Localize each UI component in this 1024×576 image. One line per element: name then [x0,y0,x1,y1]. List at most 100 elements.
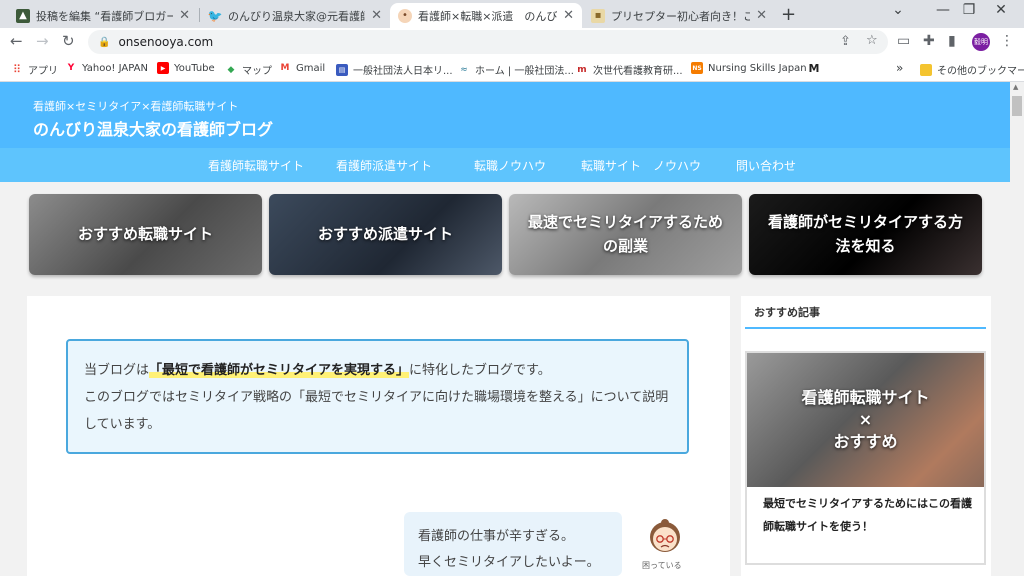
apps-grid-icon: ⠿ [12,63,22,76]
new-tab-icon[interactable]: + [781,4,796,25]
overflow-label: » [896,61,904,75]
nav-item-contact[interactable]: 問い合わせ [736,157,796,174]
site-icon: ▤ [336,63,348,76]
intro-text: 当ブログは [84,363,150,378]
browser-tab-3-active[interactable]: • 看護師×転職×派遣 のんびり温泉 ✕ [390,3,582,28]
reload-icon[interactable]: ↻ [62,32,75,50]
bubble-line: 看護師の仕事が辛すぎる。 [418,529,575,544]
landscape-icon: ▲ [16,8,30,23]
intro-highlight: 「最短で看護師がセミリタイアを実現する」 [149,363,410,378]
recommended-article-image[interactable]: 看護師転職サイト × おすすめ [747,353,984,487]
bookmark-label: Nursing Skills Japan [708,62,807,74]
nav-item-nurse-jobs[interactable]: 看護師転職サイト [208,157,304,174]
bookmark-m[interactable]: M [808,61,825,75]
browser-tab-1[interactable]: ▲ 投稿を編集 “看護師ブロガー大集合 ✕ [8,3,198,28]
profile-label: 毅明 [974,38,988,46]
side-panel-icon[interactable]: ▮ [948,33,956,49]
twitter-icon: 🐦 [207,8,223,23]
nav-item-knowhow[interactable]: 転職ノウハウ [474,157,546,174]
intro-line-2: このブログではセミリタイア戦略の「最短でセミリタイアに向けた職場環境を整える」に… [84,390,669,432]
bookmark-label: 次世代看護教育研... [593,66,683,77]
nav-item-site-knowhow[interactable]: 転職サイト ノウハウ [581,157,701,174]
feature-card-side-job[interactable]: 最速でセミリタイアするための副業 [509,194,742,275]
scrollbar-thumb[interactable] [1012,96,1022,116]
tab-title: プリセプター初心者向き！こうすれば [611,9,751,23]
bookmark-nursing-edu[interactable]: m 次世代看護教育研... [576,62,683,78]
article-image-line: 看護師転職サイト [801,388,930,407]
maps-pin-icon: ◆ [227,64,235,75]
bookmark-star-icon[interactable]: ☆ [866,33,878,48]
bookmark-label: ホーム | 一般社団法... [475,66,574,77]
share-icon[interactable]: ⇪ [840,34,851,49]
bookmark-maps[interactable]: ◆ マップ [225,62,272,78]
bookmark-home-assoc[interactable]: ≈ ホーム | 一般社団法... [458,62,574,78]
bookmark-label: Gmail [296,62,326,74]
profile-avatar[interactable]: 毅明 [972,33,990,51]
close-icon[interactable]: ✕ [179,8,190,23]
bookmark-label: その他のブックマーク [937,66,1024,77]
avatar-icon: • [398,8,412,23]
article-image-line: × [858,410,873,429]
lock-icon: 🔒 [98,36,111,48]
avatar-caption: 困っている [642,561,682,570]
card-label: 看護師がセミリタイアする方法を知る [767,213,963,255]
site-title[interactable]: のんびり温泉大家の看護師ブログ [33,116,273,140]
bookmark-other[interactable]: その他のブックマーク [920,62,1024,77]
bookmark-nursing-skills[interactable]: NS Nursing Skills Japan [691,62,807,74]
extensions-puzzle-icon[interactable]: ✚ [923,33,935,49]
card-label: おすすめ転職サイト [77,224,213,243]
page-icon: ▪ [591,8,605,23]
bubble-line: 早くセミリタイアしたいよー。 [418,555,600,570]
wave-icon: ≈ [460,64,468,75]
bookmark-label: アプリ [28,66,58,77]
bookmark-label: YouTube [174,62,215,74]
sidebar-title-underline [745,327,986,329]
address-bar[interactable]: 🔒 onsenooya.com [88,30,888,54]
browser-tab-2[interactable]: 🐦 のんびり温泉大家@元看護師リタイ ✕ [200,3,390,28]
bookmark-apps[interactable]: ⠿ アプリ [11,62,58,77]
bookmarks-overflow-chevron[interactable]: » [896,61,903,75]
forward-arrow-icon[interactable]: → [36,32,49,50]
scroll-up-arrow-icon[interactable]: ▲ [1013,83,1018,91]
recommended-article-title[interactable]: 最短でセミリタイアするためにはこの看護師転職サイトを使う！ [763,492,978,538]
intro-line-1: 当ブログは「最短で看護師がセミリタイアを実現する」に特化したブログです。 [84,357,671,384]
youtube-icon: ▶ [157,62,169,74]
feature-card-semi-retire[interactable]: 看護師がセミリタイアする方法を知る [749,194,982,275]
article-image-text: 看護師転職サイト × おすすめ [801,387,929,453]
page-scrollbar[interactable] [1010,82,1024,576]
bookmark-label: 一般社団法人日本リ... [353,66,453,77]
site-logo-icon: m [577,64,587,75]
close-icon[interactable]: ✕ [371,8,382,23]
global-nav: 看護師転職サイト 看護師派遣サイト 転職ノウハウ 転職サイト ノウハウ 問い合わ… [0,148,1010,182]
intro-text: に特化したブログです。 [409,363,551,378]
article-image-line: おすすめ [833,432,898,451]
close-icon[interactable]: ✕ [563,8,574,23]
gmail-icon: M [280,63,290,73]
close-window-icon[interactable]: ✕ [978,2,1024,18]
ns-logo-icon: NS [691,62,703,74]
site-header: 看護師×セミリタイア×看護師転職サイト のんびり温泉大家の看護師ブログ [0,82,1010,148]
sidebar-title: おすすめ記事 [754,306,820,319]
speech-bubble: 看護師の仕事が辛すぎる。 早くセミリタイアしたいよー。 [404,512,622,576]
tab-title: のんびり温泉大家@元看護師リタイ [228,9,365,23]
bookmark-jp-assoc[interactable]: ▤ 一般社団法人日本リ... [336,62,453,77]
nav-item-dispatch[interactable]: 看護師派遣サイト [336,157,432,174]
worried-nurse-avatar-icon [650,519,680,552]
folder-icon [920,63,932,76]
m-logo-icon: M [808,61,820,75]
bookmark-gmail[interactable]: M Gmail [279,62,326,74]
extension-chat-icon[interactable]: ▭ [897,33,910,49]
tab-search-icon[interactable]: ⌄ [875,2,921,18]
yahoo-icon: Y [67,63,75,73]
tab-title: 看護師×転職×派遣 のんびり温泉 [418,9,558,23]
tab-title: 投稿を編集 “看護師ブロガー大集合 [36,9,174,23]
card-label: おすすめ派遣サイト [317,224,453,243]
bookmark-yahoo[interactable]: Y Yahoo! JAPAN [65,62,148,74]
feature-card-dispatch[interactable]: おすすめ派遣サイト [269,194,502,275]
browser-tab-4[interactable]: ▪ プリセプター初心者向き！こうすれば ✕ [583,3,775,28]
back-arrow-icon[interactable]: ← [10,32,23,50]
close-icon[interactable]: ✕ [756,8,767,23]
menu-kebab-icon[interactable]: ⋮ [1000,33,1014,49]
bookmark-youtube[interactable]: ▶ YouTube [157,62,215,74]
feature-card-jobs[interactable]: おすすめ転職サイト [29,194,262,275]
